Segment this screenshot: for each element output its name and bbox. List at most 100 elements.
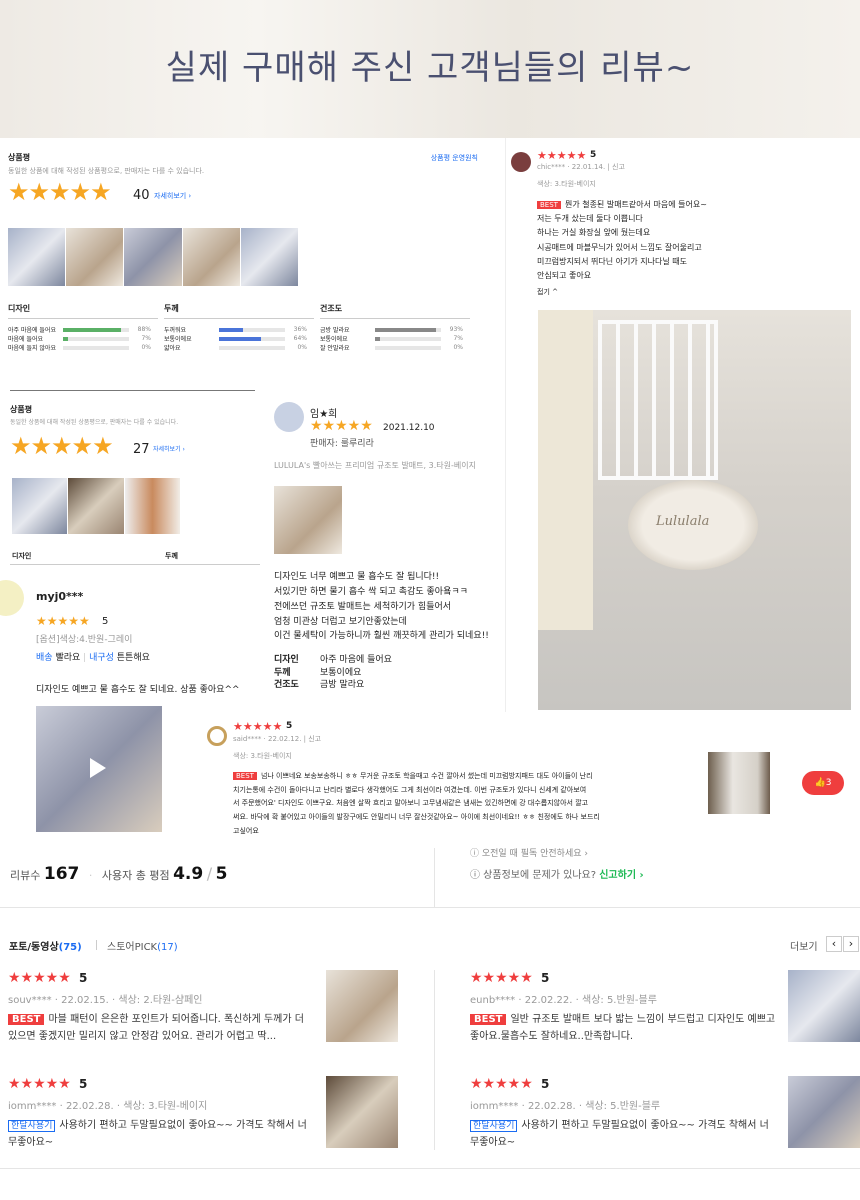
rating-bar (375, 336, 441, 341)
attribute-value: 아주 마음에 들어요 (320, 655, 392, 665)
review-photo[interactable]: Lululala (538, 310, 851, 710)
review-text: 디자인도 너무 예쁘고 물 흡수도 잘 됩니다!! 서있기만 하면 물기 흡수 싹… (274, 570, 489, 644)
review-item[interactable]: ★★★★★ 5 eunb**** · 22.02.22. · 색상: 5.반원-블루… (470, 970, 860, 1060)
rating-bar (63, 327, 129, 332)
review-photo[interactable] (708, 752, 770, 814)
summary-left: 리뷰수 167 · 사용자 총 평점 4.9 / 5 (10, 864, 228, 884)
next-button[interactable]: › (843, 936, 859, 952)
photo-strip (8, 228, 299, 286)
attribute-row: 디자인 아주 마음에 들어요 (274, 654, 392, 667)
review-item[interactable]: ★★★★★ 5 souv**** · 22.02.15. · 색상: 2.타원-샴페… (8, 970, 398, 1060)
review-thumbnail[interactable] (326, 1076, 398, 1148)
policy-link[interactable]: 상품평 운영원칙 (431, 154, 478, 164)
photo-strip (12, 478, 180, 534)
review-photo[interactable] (274, 486, 342, 554)
best-badge: BEST (470, 1014, 507, 1025)
rating-value: 5 (79, 1077, 88, 1091)
review-thumbnail[interactable] (326, 970, 398, 1042)
review-thumbnail[interactable] (788, 1076, 860, 1148)
rating-value: 5 (79, 971, 88, 985)
review-text-body: 일반 규조토 발매트 보다 밟는 느낌이 부드럽고 디자인도 예쁘고 좋아요.물… (470, 1014, 776, 1042)
review-line: 디자인도 너무 예쁘고 물 흡수도 잘 됩니다!! (274, 572, 440, 582)
month-badge: 한달사용기 (470, 1120, 518, 1132)
prev-button[interactable]: ‹ (826, 936, 842, 952)
review-photo[interactable] (12, 478, 68, 534)
reviewer-id: iomm**** (8, 1101, 57, 1112)
rating-row: 얇아요 0% (164, 343, 314, 352)
rating-group: 두께 두꺼워요 36% 보통이에요 64% 얇아요 0% (164, 303, 314, 352)
review-count: 167 (43, 864, 80, 884)
divider (10, 390, 255, 391)
review-text: 한달사용기 사용하기 편하고 두말필요없이 좋아요~~ 가격도 착해서 너무좋아요… (8, 1118, 316, 1151)
review-line: 안심되고 좋아요 (537, 269, 707, 283)
rating-bar (219, 336, 285, 341)
review-text: 한달사용기 사용하기 편하고 두말필요없이 좋아요~~ 가격도 착해서 너무좋아요… (470, 1118, 778, 1151)
review-photo[interactable] (182, 228, 240, 286)
review-photo[interactable] (124, 478, 180, 534)
option-text: 색상: 3.타원-베이지 (233, 752, 292, 760)
rating-bar-fill (219, 336, 262, 341)
tab-bar: 포토/동영상(75) 스토어PICK(17) 더보기 ‹ › (0, 930, 860, 960)
review-line: 미끄럼방지되서 뛰다닌 아기가 지나다닐 때도 (537, 255, 707, 269)
review-text: 디자인도 예쁘고 물 흡수도 잘 되네요. 상품 좋아요^^ (36, 685, 240, 695)
review-photo[interactable] (68, 478, 124, 534)
bath-mat: Lululala (628, 480, 758, 570)
review-line-text: 하나는 거실 화장실 앞에 뒀는데요 (537, 228, 651, 238)
review-photo[interactable] (8, 228, 66, 286)
review-line-text: 안심되고 좋아요 (537, 271, 592, 281)
report-link[interactable]: 신고 (612, 163, 625, 171)
like-count: 3 (825, 778, 832, 788)
tag-value: 튼튼해요 (116, 653, 150, 663)
fold-button[interactable]: 접기 ^ (537, 288, 558, 298)
play-icon[interactable] (90, 758, 106, 778)
header-banner: 실제 구매해 주신 고객님들의 리뷰~ (0, 0, 860, 138)
rating-row: 아주 마음에 들어요 88% (8, 325, 158, 334)
rating-row-pct: 88% (137, 326, 151, 333)
meta-row: chic**** · 22.01.14. | 신고 (537, 163, 625, 171)
notice-link[interactable]: ⓘ 오전일 때 필독 안전하세요 › (470, 848, 588, 862)
option-text: 색상: 3.타원-베이지 (123, 1101, 208, 1112)
star-rating: ★★★★★ (470, 1076, 533, 1092)
rating-row-pct: 7% (141, 335, 151, 342)
attribute-key: 건조도 (274, 680, 299, 691)
separator: · (51, 995, 62, 1006)
review-thumbnail[interactable] (788, 970, 860, 1042)
more-link[interactable]: 더보기 (790, 938, 818, 953)
more-link[interactable]: 자세히보기 › (154, 192, 191, 202)
review-text: BEST 뭔가 철종된 발매트같아서 마음에 들어요~ 저는 두개 샀는데 둘다 이… (537, 198, 707, 283)
attribute-list: 디자인 아주 마음에 들어요 두께 보통이에요 건조도 금방 말라요 (274, 654, 392, 692)
column-design: 디자인 (12, 552, 32, 560)
star-rating: ★★★★★ (537, 149, 587, 162)
tab-label: 스토어PICK (107, 942, 158, 953)
rating-row: 금방 말라요 93% (320, 325, 470, 334)
rating-bar-fill (375, 336, 380, 341)
review-photo[interactable] (240, 228, 299, 286)
meta-row: souv**** · 22.02.15. · 색상: 2.타원-샴페인 (8, 991, 203, 1006)
review-card-4: ★★★★★ 5 said**** · 22.02.12. | 신고 색상: 3.… (205, 712, 860, 848)
more-link[interactable]: 자세히보기 › (153, 446, 185, 454)
rating-bar-fill (63, 336, 68, 341)
thumbs-up-icon: 👍 (814, 778, 826, 788)
rating-value: 5 (286, 721, 293, 731)
review-line-text: 고싶어요 (233, 826, 259, 835)
tab-store-pick[interactable]: 스토어PICK(17) (107, 938, 178, 953)
review-photo[interactable] (124, 228, 182, 286)
review-date: 22.02.28. (527, 1101, 576, 1112)
best-badge: BEST (8, 1014, 45, 1025)
like-button[interactable]: 👍3 (802, 771, 844, 795)
report-link[interactable]: 신고 (308, 735, 321, 743)
page-title: 실제 구매해 주신 고객님들의 리뷰~ (165, 48, 695, 88)
review-item[interactable]: ★★★★★ 5 iomm**** · 22.02.28. · 색상: 5.반원-블루… (470, 1076, 860, 1166)
star-rating: ★★★★★ (10, 432, 114, 460)
star-rating: ★★★★★ (470, 970, 533, 986)
review-line: 써요. 바닥에 확 붙어있고 아이들의 발장구에도 안밀리니 너무 잘산것같아요… (233, 811, 693, 825)
tab-photo-video[interactable]: 포토/동영상(75) (9, 938, 82, 953)
reviewer-id: said**** (233, 735, 262, 743)
review-line-text: 시공매트에 마블무늬가 있어서 느낌도 잘어울리고 (537, 242, 702, 252)
review-item[interactable]: ★★★★★ 5 iomm**** · 22.02.28. · 색상: 3.타원-베이… (8, 1076, 398, 1166)
video-thumbnail[interactable] (36, 706, 162, 832)
report-link[interactable]: 신고하기 › (599, 870, 643, 881)
review-card-2: 임★희 ★★★★★ 2021.12.10 판매자: 룰루리라 LULULA's … (272, 400, 512, 710)
review-photo[interactable] (66, 228, 124, 286)
option-text: [옵션]색상:4.반원-그레이 (36, 635, 133, 645)
